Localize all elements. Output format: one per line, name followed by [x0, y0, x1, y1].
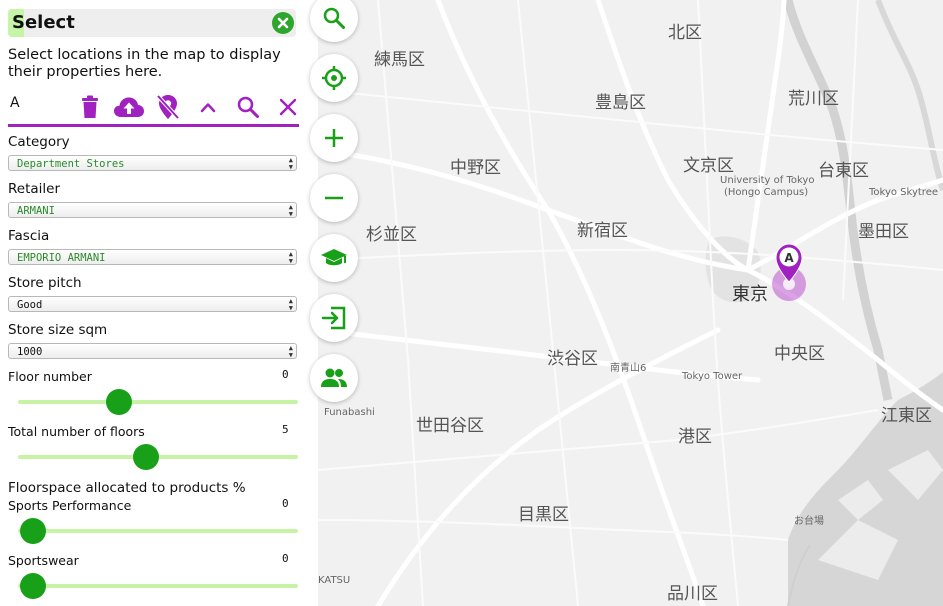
label-setagaya-ward: 世田谷区: [416, 416, 484, 436]
label-suginami-ward: 杉並区: [366, 225, 417, 245]
floor-number-slider[interactable]: [18, 389, 298, 415]
zoom-in-icon: [325, 129, 343, 147]
zoom-out-icon: [325, 196, 343, 200]
zoom-in-button[interactable]: [310, 114, 358, 162]
export-icon: [321, 306, 346, 330]
users-icon: [321, 368, 347, 387]
store-pitch-label: Store pitch: [8, 275, 82, 291]
location-toolbar: A: [8, 92, 299, 127]
locate-icon: [322, 66, 346, 90]
education-icon: [321, 249, 347, 266]
help-text: Select locations in the map to display t…: [8, 47, 281, 80]
sportswear-value: 0: [282, 552, 289, 565]
store-pitch-select[interactable]: Good ▲ ▼: [8, 296, 297, 312]
panel-title: Select: [12, 12, 75, 33]
label-katsu: KATSU: [318, 575, 351, 586]
remove-pin-icon: [156, 94, 180, 120]
label-minami-aoyama: 南青山6: [610, 363, 647, 374]
close-icon: [279, 98, 297, 116]
label-north-ward: 北区: [668, 23, 702, 43]
label-tokyo-tower: Tokyo Tower: [682, 371, 743, 382]
sportswear-label: Sportswear: [8, 553, 79, 568]
label-shinagawa-ward: 品川区: [667, 584, 718, 604]
label-univ-tokyo: University of Tokyo: [720, 175, 815, 186]
slider-thumb[interactable]: [132, 444, 159, 470]
close-icon: [277, 17, 289, 29]
sports-performance-slider[interactable]: [18, 518, 298, 544]
label-shinjuku-ward: 新宿区: [577, 221, 628, 241]
search-icon: [237, 96, 259, 118]
close-panel-button[interactable]: [272, 12, 294, 34]
floorspace-heading: Floorspace allocated to products %: [8, 480, 246, 496]
label-odaiba: お台場: [794, 516, 824, 527]
floor-number-value: 0: [282, 368, 289, 381]
select-arrows-icon: ▲ ▼: [288, 250, 293, 265]
chevron-up-icon: [200, 103, 216, 113]
category-value: Department Stores: [17, 158, 125, 170]
selected-marker-letter: A: [10, 95, 20, 111]
users-button[interactable]: [310, 354, 358, 402]
sports-performance-value: 0: [282, 497, 289, 510]
category-label: Category: [8, 134, 70, 150]
delete-location-button[interactable]: [76, 94, 104, 120]
total-floors-value: 5: [282, 423, 289, 436]
store-size-label: Store size sqm: [8, 322, 108, 338]
label-nakano-ward: 中野区: [450, 158, 501, 178]
label-shibuya-ward: 渋谷区: [547, 349, 598, 369]
label-minato-ward: 港区: [678, 427, 712, 447]
store-pitch-value: Good: [17, 299, 43, 311]
label-koto-ward: 江東区: [881, 406, 932, 426]
cloud-upload-icon: [114, 97, 144, 117]
store-size-select[interactable]: 1000 ▲ ▼: [8, 343, 297, 359]
export-button[interactable]: [310, 294, 358, 342]
retailer-label: Retailer: [8, 181, 61, 197]
label-toshima-ward: 豊島区: [595, 93, 646, 113]
trash-icon: [82, 95, 98, 118]
retailer-value: ARMANI: [17, 205, 55, 217]
select-arrows-icon: ▲ ▼: [288, 203, 293, 218]
label-arakawa-ward: 荒川区: [788, 89, 839, 109]
slider-thumb[interactable]: [20, 518, 47, 544]
total-floors-slider[interactable]: [18, 444, 298, 470]
zoom-out-button[interactable]: [310, 174, 358, 222]
label-chuo-ward: 中央区: [774, 344, 825, 364]
retailer-select[interactable]: ARMANI ▲ ▼: [8, 202, 297, 218]
label-meguro-ward: 目黒区: [518, 505, 569, 525]
sportswear-slider[interactable]: [18, 573, 298, 599]
search-icon: [323, 7, 345, 29]
label-nerima-ward: 練馬区: [374, 50, 425, 70]
select-arrows-icon: ▲ ▼: [288, 344, 293, 359]
floor-number-label: Floor number: [8, 369, 92, 384]
fascia-value: EMPORIO ARMANI: [17, 252, 106, 264]
slider-thumb[interactable]: [105, 389, 132, 415]
upload-button[interactable]: [112, 94, 146, 120]
label-sumida-ward: 墨田区: [858, 222, 909, 242]
label-tokyo-skytree: Tokyo Skytree: [869, 187, 938, 198]
select-arrows-icon: ▲ ▼: [288, 297, 293, 312]
tutorial-button[interactable]: [310, 234, 358, 282]
select-arrows-icon: ▲ ▼: [288, 156, 293, 171]
fascia-label: Fascia: [8, 228, 50, 244]
label-bunkyo-ward: 文京区: [683, 156, 734, 176]
total-floors-label: Total number of floors: [8, 424, 145, 439]
category-select[interactable]: Department Stores ▲ ▼: [8, 155, 297, 171]
map-marker-letter: A: [784, 251, 794, 265]
remove-pin-button[interactable]: [154, 94, 182, 120]
label-tokyo-city: 東京: [732, 284, 768, 305]
deselect-button[interactable]: [274, 94, 302, 120]
label-taito-ward: 台東区: [818, 161, 869, 181]
zoom-to-location-button[interactable]: [234, 94, 262, 120]
slider-thumb[interactable]: [20, 573, 47, 599]
sports-performance-label: Sports Performance: [8, 498, 132, 513]
panel-titlebar: Select: [8, 9, 296, 37]
locate-button[interactable]: [310, 54, 358, 102]
map-canvas[interactable]: A 北区 練馬区 豊島区 荒川区 中野区 文京区 台東区 University …: [318, 0, 943, 606]
fascia-select[interactable]: EMPORIO ARMANI ▲ ▼: [8, 249, 297, 265]
select-panel: Select Select locations in the map to di…: [0, 0, 310, 606]
collapse-button[interactable]: [194, 94, 222, 120]
label-funabashi: Funabashi: [324, 407, 375, 418]
label-hongo-campus: (Hongo Campus): [724, 187, 809, 198]
store-size-value: 1000: [17, 346, 43, 358]
